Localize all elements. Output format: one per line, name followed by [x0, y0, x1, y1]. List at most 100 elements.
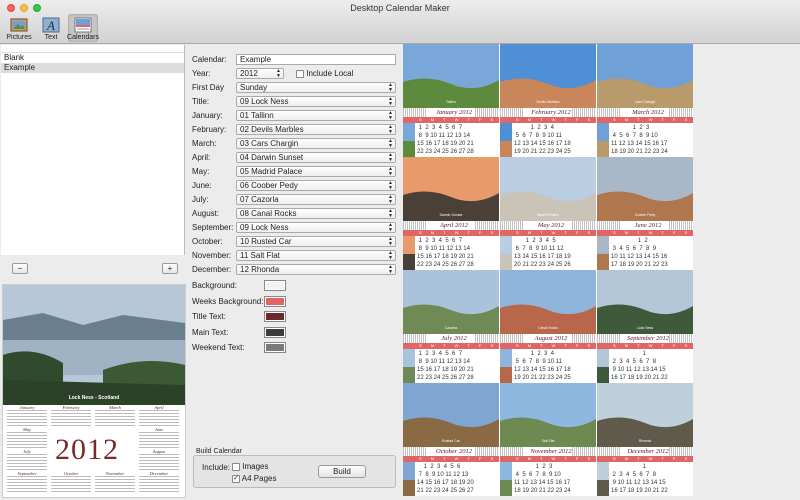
remove-calendar-button[interactable]: − — [12, 263, 28, 274]
calendar-page-caption: Canal Rocks — [538, 326, 558, 330]
popup-arrows-icon: ▲ ▼ — [388, 236, 393, 247]
include-label: Include: — [202, 463, 231, 472]
mini-month: May — [7, 427, 47, 451]
strip-decoration — [597, 221, 621, 230]
month-image-value: 04 Darwin Sunset — [240, 153, 304, 162]
month-label: November: — [192, 251, 232, 260]
calendar-page-days: 1 2 3 4 5 6 7 8 9 10 11 12 13 14 15 16 1… — [611, 125, 668, 155]
calendar-page-photo — [597, 44, 693, 108]
calendar-page: Rusted Car October 2012 S M T W T F S 1 … — [403, 383, 499, 496]
color-well[interactable] — [264, 280, 286, 291]
include-local-checkbox[interactable]: Include Local — [296, 69, 353, 78]
calendar-page-caption: Darwin Sunset — [439, 213, 463, 217]
month-image-select[interactable]: 03 Cars Chargin ▲ ▼ — [236, 138, 396, 149]
first-day-select[interactable]: Sunday ▲ ▼ — [236, 82, 396, 93]
calendar-name-input[interactable]: Example — [236, 54, 396, 65]
add-calendar-button[interactable]: + — [162, 263, 178, 274]
toolbar-text-button[interactable]: A Text — [36, 14, 66, 42]
calendar-icon — [74, 17, 92, 33]
month-image-select[interactable]: 01 Tallinn ▲ ▼ — [236, 110, 396, 121]
strip-decoration — [403, 334, 427, 343]
month-image-select[interactable]: 06 Coober Pedy ▲ ▼ — [236, 180, 396, 191]
calendar-page: Lock Ness September 2012 S M T W T F S 1… — [597, 270, 693, 383]
calendar-page-month: May 2012 — [537, 222, 565, 229]
month-image-select[interactable]: 12 Rhonda ▲ ▼ — [236, 264, 396, 275]
popup-arrows-icon: ▲ ▼ — [388, 82, 393, 93]
build-group: Include: Images ✓ A4 Pages Build — [193, 455, 396, 488]
month-image-value: 03 Cars Chargin — [240, 139, 299, 148]
month-label: March: — [192, 139, 217, 148]
month-row: July: 07 Cazorla ▲ ▼ — [190, 194, 400, 206]
calendar-page-month: July 2012 — [441, 335, 467, 342]
month-image-select[interactable]: 04 Darwin Sunset ▲ ▼ — [236, 152, 396, 163]
year-stepper[interactable]: 2012 ▲ ▼ — [236, 68, 284, 79]
color-row: Title Text: — [190, 311, 400, 323]
side-thumbnail — [597, 349, 609, 383]
toolbar-calendars-button[interactable]: Calendars — [67, 14, 99, 42]
calendar-page-caption: Madrid Palace — [536, 213, 560, 217]
calendar-page: Tallinn January 2012 S M T W T F S 1 2 3… — [403, 44, 499, 157]
title-select[interactable]: 09 Lock Ness ▲ ▼ — [236, 96, 396, 107]
calendar-page-caption: Cazorla — [444, 326, 458, 330]
calendar-page-photo — [403, 270, 499, 334]
calendar-page-days: 1 2 3 4 5 6 7 8 9 10 11 12 13 14 15 16 1… — [611, 351, 668, 381]
a4-pages-checkbox[interactable]: ✓ A4 Pages — [232, 474, 276, 483]
stepper-arrows-icon: ▲ ▼ — [276, 68, 281, 79]
color-label: Weekend Text: — [192, 343, 245, 352]
strip-decoration — [597, 447, 621, 456]
month-row: March: 03 Cars Chargin ▲ ▼ — [190, 138, 400, 150]
calendar-page-photo — [597, 157, 693, 221]
month-image-value: 08 Canal Rocks — [240, 209, 297, 218]
calendar-list[interactable]: Blank Example — [1, 45, 185, 255]
month-image-select[interactable]: 09 Lock Ness ▲ ▼ — [236, 222, 396, 233]
weekday-header: S M T W T F S — [500, 117, 596, 123]
calendar-page-days: 1 2 3 4 5 6 7 8 9 10 11 12 13 14 15 16 1… — [514, 125, 571, 155]
calendar-page-days: 1 2 3 4 5 6 7 8 9 10 11 12 13 14 15 16 1… — [417, 238, 474, 268]
calendar-pages-grid: Tallinn January 2012 S M T W T F S 1 2 3… — [403, 44, 693, 496]
color-well[interactable] — [264, 311, 286, 322]
text-icon: A — [42, 17, 60, 33]
color-label: Main Text: — [192, 327, 229, 337]
month-image-select[interactable]: 11 Salt Flat ▲ ▼ — [236, 250, 396, 261]
mini-month: February — [51, 405, 91, 429]
calendar-page-month: September 2012 — [626, 335, 670, 342]
mini-month: April — [139, 405, 179, 429]
app-window: Desktop Calendar Maker Pictures A Text C… — [0, 0, 800, 500]
strip-decoration — [500, 334, 524, 343]
month-image-select[interactable]: 10 Rusted Car ▲ ▼ — [236, 236, 396, 247]
month-image-value: 07 Cazorla — [240, 195, 279, 204]
month-image-value: 02 Devils Marbles — [240, 125, 304, 134]
calendar-page-days: 1 2 3 4 5 6 7 8 9 10 11 12 13 14 15 16 1… — [514, 238, 571, 268]
color-well[interactable] — [264, 342, 286, 353]
color-well[interactable] — [264, 295, 286, 307]
images-checkbox[interactable]: Images — [232, 462, 268, 471]
color-swatch — [266, 297, 284, 305]
calendar-page-caption: Tallinn — [446, 100, 456, 104]
strip-decoration — [500, 447, 524, 456]
month-row: May: 05 Madrid Palace ▲ ▼ — [190, 166, 400, 178]
title-value: 09 Lock Ness — [240, 97, 289, 106]
calendar-page: Cars Chargin March 2012 S M T W T F S 1 … — [597, 44, 693, 157]
popup-arrows-icon: ▲ ▼ — [388, 222, 393, 233]
list-item-example[interactable]: Example — [1, 63, 184, 73]
toolbar-pictures-button[interactable]: Pictures — [4, 14, 34, 42]
month-label: September: — [192, 223, 234, 232]
list-item-blank[interactable]: Blank — [1, 53, 184, 63]
color-swatch — [266, 328, 284, 336]
color-well[interactable] — [264, 326, 286, 338]
month-image-select[interactable]: 02 Devils Marbles ▲ ▼ — [236, 124, 396, 135]
first-day-value: Sunday — [240, 83, 268, 92]
month-label: January: — [192, 111, 223, 120]
calendar-page: Coober Pedy June 2012 S M T W T F S 1 2 … — [597, 157, 693, 270]
calendar-page-caption: Lock Ness — [636, 326, 654, 330]
month-image-value: 12 Rhonda — [240, 265, 280, 274]
month-image-select[interactable]: 05 Madrid Palace ▲ ▼ — [236, 166, 396, 177]
strip-decoration — [500, 221, 524, 230]
calendar-page-caption: Rhonda — [638, 439, 652, 443]
calendar-page-caption: Devils Marbles — [536, 100, 560, 104]
side-thumbnail — [597, 462, 609, 496]
build-button[interactable]: Build — [318, 465, 366, 478]
calendar-page-photo — [597, 270, 693, 334]
month-image-select[interactable]: 07 Cazorla ▲ ▼ — [236, 194, 396, 205]
month-image-select[interactable]: 08 Canal Rocks ▲ ▼ — [236, 208, 396, 219]
